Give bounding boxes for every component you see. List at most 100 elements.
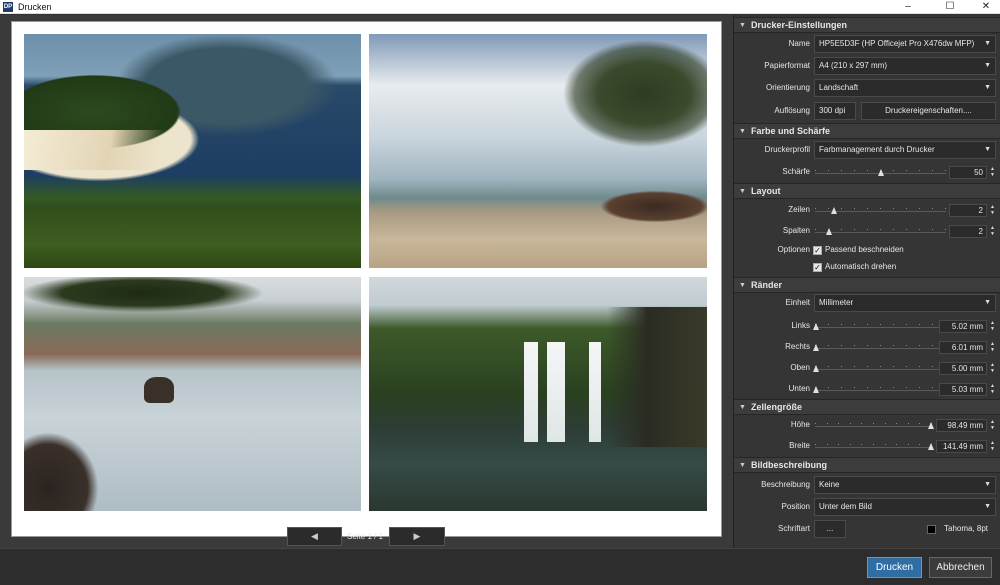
auto-rotate-checkbox[interactable]: ✓ (813, 263, 822, 272)
slider-thumb[interactable] (813, 344, 819, 351)
collapse-triangle-icon: ▼ (739, 282, 746, 289)
columns-slider[interactable] (815, 227, 946, 237)
chevron-down-icon: ▼ (984, 146, 991, 153)
sharpness-spinner[interactable]: ▲ ▼ (988, 166, 997, 179)
bottom-bar (0, 548, 1000, 585)
rows-spinner[interactable]: ▲ ▼ (988, 204, 997, 217)
slider-thumb[interactable] (825, 228, 832, 235)
chevron-down-icon: ▼ (984, 299, 991, 306)
slider-thumb[interactable] (928, 422, 934, 429)
slider-thumb[interactable] (928, 443, 934, 450)
margin-bottom-input[interactable]: 5.03 mm (939, 383, 987, 396)
print-button[interactable]: Drucken (867, 557, 922, 578)
caption-position-label: Position (781, 502, 810, 511)
margin-right-input[interactable]: 6.01 mm (939, 341, 987, 354)
columns-label: Spalten (782, 226, 810, 235)
chevron-down-icon: ▼ (984, 62, 991, 69)
sharpness-slider[interactable] (815, 168, 946, 178)
orientation-label: Orientierung (765, 83, 810, 92)
cell-height-input[interactable]: 98.49 mm (936, 419, 987, 432)
sharpness-label: Schärfe (782, 167, 810, 176)
margin-top-spinner[interactable]: ▲ ▼ (988, 362, 997, 375)
chevron-down-icon: ▼ (984, 40, 991, 47)
margin-bottom-spinner[interactable]: ▲ ▼ (988, 383, 997, 396)
printer-name-label: Name (788, 39, 810, 48)
slider-thumb[interactable] (831, 207, 838, 214)
margin-top-label: Oben (790, 363, 810, 372)
options-label: Optionen (777, 245, 810, 254)
chevron-down-icon: ▼ (984, 503, 991, 510)
font-label: Schriftart (777, 524, 810, 533)
cell-width-input[interactable]: 141.49 mm (936, 440, 987, 453)
cell-width-slider[interactable] (815, 442, 934, 452)
photo-waterfall[interactable] (369, 277, 707, 511)
columns-input[interactable]: 2 (949, 225, 987, 238)
margin-right-spinner[interactable]: ▲ ▼ (988, 341, 997, 354)
cancel-button[interactable]: Abbrechen (929, 557, 992, 578)
photo-beach-tree[interactable] (369, 34, 707, 268)
printer-properties-button[interactable]: Druckereigenschaften.... (861, 102, 996, 120)
margin-right-slider[interactable] (813, 343, 946, 353)
auto-rotate-label: Automatisch drehen (825, 262, 897, 271)
columns-spinner[interactable]: ▲ ▼ (988, 225, 997, 238)
slider-thumb[interactable] (813, 365, 819, 372)
settings-panel: ▼ Drucker-Einstellungen Name HP5E5D3F (H… (733, 15, 1000, 548)
rows-label: Zeilen (788, 205, 810, 214)
margin-top-input[interactable]: 5.00 mm (939, 362, 987, 375)
caption-position-dropdown[interactable]: Unter dem Bild ▼ (814, 498, 996, 516)
next-page-button[interactable]: ▶ (389, 527, 445, 546)
maximize-icon[interactable]: ☐ (932, 0, 968, 14)
paper-page (11, 21, 722, 537)
sharpness-input[interactable]: 50 (949, 166, 987, 179)
section-caption[interactable]: ▼ Bildbeschreibung (734, 457, 1000, 473)
fit-crop-checkbox[interactable]: ✓ (813, 246, 822, 255)
printer-name-dropdown[interactable]: HP5E5D3F (HP Officejet Pro X476dw MFP) ▼ (814, 35, 996, 53)
minimize-icon[interactable]: – (890, 0, 926, 14)
close-icon[interactable]: ✕ (968, 0, 1000, 14)
paper-format-label: Papierformat (764, 61, 810, 70)
font-value: Tahoma, 8pt (944, 524, 989, 533)
margin-left-input[interactable]: 5.02 mm (939, 320, 987, 333)
section-cell-size[interactable]: ▼ Zellengröße (734, 399, 1000, 415)
window-title: Drucken (18, 2, 52, 12)
printer-profile-label: Druckerprofil (764, 145, 810, 154)
collapse-triangle-icon: ▼ (739, 128, 746, 135)
title-bar: DP Drucken – ☐ ✕ (0, 0, 1000, 14)
resolution-label: Auflösung (774, 106, 810, 115)
printer-profile-dropdown[interactable]: Farbmanagement durch Drucker ▼ (814, 141, 996, 159)
cell-height-slider[interactable] (815, 421, 934, 431)
margin-bottom-slider[interactable] (813, 385, 946, 395)
section-color-sharpness[interactable]: ▼ Farbe und Schärfe (734, 123, 1000, 139)
orientation-dropdown[interactable]: Landschaft ▼ (814, 79, 996, 97)
cell-width-spinner[interactable]: ▲ ▼ (988, 440, 997, 453)
rows-slider[interactable] (815, 206, 946, 216)
photo-rocky-cove[interactable] (24, 277, 361, 511)
margin-top-slider[interactable] (813, 364, 946, 374)
section-margins[interactable]: ▼ Ränder (734, 277, 1000, 293)
cell-height-spinner[interactable]: ▲ ▼ (988, 419, 997, 432)
cell-width-label: Breite (789, 441, 810, 450)
resolution-field[interactable]: 300 dpi (814, 102, 856, 120)
section-layout[interactable]: ▼ Layout (734, 183, 1000, 199)
prev-page-button[interactable]: ◀ (287, 527, 342, 546)
margin-left-spinner[interactable]: ▲ ▼ (988, 320, 997, 333)
slider-thumb[interactable] (877, 169, 884, 176)
caption-desc-dropdown[interactable]: Keine ▼ (814, 476, 996, 494)
unit-dropdown[interactable]: Millimeter ▼ (814, 294, 996, 312)
section-printer-settings[interactable]: ▼ Drucker-Einstellungen (734, 17, 1000, 33)
collapse-triangle-icon: ▼ (739, 404, 746, 411)
slider-thumb[interactable] (813, 386, 819, 393)
chevron-down-icon: ▼ (984, 481, 991, 488)
paper-format-dropdown[interactable]: A4 (210 x 297 mm) ▼ (814, 57, 996, 75)
font-color-swatch[interactable] (927, 525, 936, 534)
collapse-triangle-icon: ▼ (739, 462, 746, 469)
rows-input[interactable]: 2 (949, 204, 987, 217)
photo-coastal-cliffs[interactable] (24, 34, 361, 268)
margin-left-slider[interactable] (813, 322, 946, 332)
font-picker-button[interactable]: ... (814, 520, 846, 538)
caption-desc-label: Beschreibung (761, 480, 810, 489)
page-indicator: Seite 1 / 1 (346, 532, 384, 541)
collapse-triangle-icon: ▼ (739, 22, 746, 29)
slider-thumb[interactable] (813, 323, 819, 330)
fit-crop-label: Passend beschneiden (825, 245, 904, 254)
